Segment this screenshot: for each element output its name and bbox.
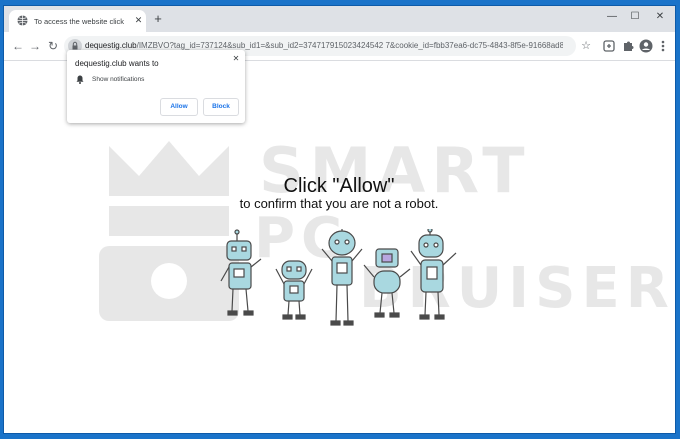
url-path: /IMZBVO?tag_id=737124&sub_id1=&sub_id2=3… [136,41,563,50]
robot-4 [363,248,411,318]
browser-window: To access the website click the "Al ✕ + … [4,6,675,433]
profile-icon[interactable] [638,38,654,54]
new-tab-button[interactable]: + [151,12,165,26]
robot-2 [275,260,313,320]
allow-button[interactable]: Allow [160,98,198,116]
notification-permission-popup: dequestig.club wants to ✕ Show notificat… [67,50,245,123]
robot-5 [410,229,457,320]
popup-title: dequestig.club wants to [75,59,159,68]
globe-icon [17,15,28,26]
forward-button[interactable]: → [27,38,43,54]
url-domain: dequestig.club [85,41,137,50]
tab-title: To access the website click the "Al [34,17,126,26]
maximize-button[interactable]: ☐ [624,8,646,26]
reload-button[interactable]: ↻ [45,38,61,54]
robot-1 [220,229,262,316]
extensions-icon[interactable] [601,38,617,54]
bell-icon [76,75,84,84]
page-subline: to confirm that you are not a robot. [239,196,439,211]
minimize-button[interactable]: — [601,8,623,26]
robots-illustration [220,229,457,326]
popup-message: Show notifications [92,76,145,83]
tab-close-icon[interactable]: ✕ [133,15,144,26]
close-window-button[interactable]: ✕ [649,8,671,26]
puzzle-icon[interactable] [620,38,636,54]
tab-strip: To access the website click the "Al ✕ + … [4,6,675,32]
robot-3 [321,229,363,326]
popup-close-icon[interactable]: ✕ [231,54,241,64]
active-tab[interactable]: To access the website click the "Al ✕ [9,10,146,32]
back-button[interactable]: ← [10,38,26,54]
menu-icon[interactable] [655,38,671,54]
block-button[interactable]: Block [203,98,239,116]
star-icon[interactable]: ☆ [579,39,593,53]
